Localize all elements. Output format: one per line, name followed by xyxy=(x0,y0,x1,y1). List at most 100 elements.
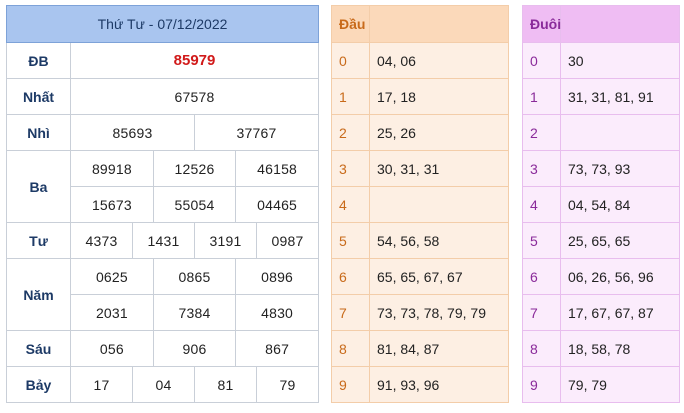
dau-header-row: Đầu xyxy=(331,5,509,43)
dau-header: Đầu xyxy=(331,5,370,43)
duoi-values: 17, 67, 67, 87 xyxy=(560,294,680,331)
prize-number: 7384 xyxy=(153,295,237,330)
duoi-values: 25, 65, 65 xyxy=(560,222,680,259)
prize-number: 85693 xyxy=(70,114,195,151)
dau-values xyxy=(369,186,509,223)
prize-number: 4373 xyxy=(70,222,133,259)
dau-key: 6 xyxy=(331,258,370,295)
prize-number: 867 xyxy=(265,340,290,357)
dau-row: 6 65, 65, 67, 67 xyxy=(331,258,509,295)
prize-number: 04465 xyxy=(257,196,298,213)
prize-number: 81 xyxy=(194,366,257,403)
dau-key: 8 xyxy=(331,330,370,367)
prize-number: 0625 xyxy=(71,259,154,294)
prize-label: Nhất xyxy=(6,78,71,115)
duoi-values: 18, 58, 78 xyxy=(560,330,680,367)
prize-label: Sáu xyxy=(6,330,71,367)
prize-number: 2031 xyxy=(71,295,154,330)
dau-key: 4 xyxy=(331,186,370,223)
prize-row-sau: Sáu 056 906 867 xyxy=(6,330,319,367)
duoi-values: 31, 31, 81, 91 xyxy=(560,78,680,115)
duoi-header: Đuôi xyxy=(522,5,561,43)
dau-values: 25, 26 xyxy=(369,114,509,151)
prize-number: 056 xyxy=(71,331,154,366)
duoi-row: 1 31, 31, 81, 91 xyxy=(522,78,680,115)
duoi-key: 5 xyxy=(522,222,561,259)
prize-row-ba: Ba 89918 12526 46158 xyxy=(6,150,319,223)
prize-row-tu: Tư 4373 1431 3191 0987 xyxy=(6,222,319,259)
prize-row-db: ĐB 85979 xyxy=(6,42,319,79)
prize-number: 17 xyxy=(70,366,133,403)
dau-row: 4 xyxy=(331,186,509,223)
dau-values: 04, 06 xyxy=(369,42,509,79)
prize-number: 55054 xyxy=(153,187,237,222)
duoi-row: 0 30 xyxy=(522,42,680,79)
dau-values: 81, 84, 87 xyxy=(369,330,509,367)
dau-key: 9 xyxy=(331,366,370,403)
dau-table: Đầu 0 04, 06 1 17, 18 2 25, 26 3 30, 31, 31 … xyxy=(331,5,509,403)
duoi-row: 8 18, 58, 78 xyxy=(522,330,680,367)
prize-number: 12526 xyxy=(153,151,237,186)
prize-row-nam: Năm 0625 0865 0896 xyxy=(6,258,319,331)
dau-row: 9 91, 93, 96 xyxy=(331,366,509,403)
dau-key: 2 xyxy=(331,114,370,151)
dau-values: 30, 31, 31 xyxy=(369,150,509,187)
prize-number: 0987 xyxy=(256,222,319,259)
dau-row: 5 54, 56, 58 xyxy=(331,222,509,259)
prize-label: Nhì xyxy=(6,114,71,151)
prize-number: 0865 xyxy=(153,259,237,294)
dau-values: 65, 65, 67, 67 xyxy=(369,258,509,295)
prize-row-nhi: Nhì 85693 37767 xyxy=(6,114,319,151)
duoi-values: 06, 26, 56, 96 xyxy=(560,258,680,295)
duoi-table: Đuôi 0 30 1 31, 31, 81, 91 2 3 73, 73, 93 4… xyxy=(522,5,680,403)
prize-row-nhat: Nhất 67578 xyxy=(6,78,319,115)
duoi-row: 5 25, 65, 65 xyxy=(522,222,680,259)
prize-number: 04 xyxy=(132,366,195,403)
dau-row: 2 25, 26 xyxy=(331,114,509,151)
dau-key: 5 xyxy=(331,222,370,259)
prize-number: 3191 xyxy=(194,222,257,259)
dau-key: 0 xyxy=(331,42,370,79)
duoi-values: 79, 79 xyxy=(560,366,680,403)
prize-number: 37767 xyxy=(194,114,319,151)
prize-label: ĐB xyxy=(6,42,71,79)
prize-number: 46158 xyxy=(257,160,298,177)
duoi-header-row: Đuôi xyxy=(522,5,680,43)
dau-row: 8 81, 84, 87 xyxy=(331,330,509,367)
duoi-row: 2 xyxy=(522,114,680,151)
duoi-values: 04, 54, 84 xyxy=(560,186,680,223)
prize-number: 89918 xyxy=(71,151,154,186)
dau-values: 91, 93, 96 xyxy=(369,366,509,403)
prize-label: Tư xyxy=(6,222,71,259)
results-header-row: Thứ Tư - 07/12/2022 xyxy=(6,5,319,43)
dau-row: 7 73, 73, 78, 79, 79 xyxy=(331,294,509,331)
duoi-row: 6 06, 26, 56, 96 xyxy=(522,258,680,295)
prize-number: 67578 xyxy=(70,78,319,115)
prize-number: 906 xyxy=(153,331,237,366)
special-prize-number: 85979 xyxy=(70,42,319,79)
duoi-key: 4 xyxy=(522,186,561,223)
duoi-key: 2 xyxy=(522,114,561,151)
dau-row: 3 30, 31, 31 xyxy=(331,150,509,187)
duoi-row: 4 04, 54, 84 xyxy=(522,186,680,223)
duoi-values: 73, 73, 93 xyxy=(560,150,680,187)
dau-row: 1 17, 18 xyxy=(331,78,509,115)
duoi-row: 9 79, 79 xyxy=(522,366,680,403)
dau-values: 17, 18 xyxy=(369,78,509,115)
dau-key: 3 xyxy=(331,150,370,187)
prize-label: Năm xyxy=(6,258,71,331)
prize-number: 79 xyxy=(256,366,319,403)
prize-number: 1431 xyxy=(132,222,195,259)
dau-values: 54, 56, 58 xyxy=(369,222,509,259)
prize-number: 4830 xyxy=(261,304,294,321)
prize-number: 15673 xyxy=(71,187,154,222)
dau-values: 73, 73, 78, 79, 79 xyxy=(369,294,509,331)
duoi-key: 7 xyxy=(522,294,561,331)
dau-key: 7 xyxy=(331,294,370,331)
prize-label: Bảy xyxy=(6,366,71,403)
duoi-key: 1 xyxy=(522,78,561,115)
results-date-title: Thứ Tư - 07/12/2022 xyxy=(6,5,319,43)
duoi-key: 6 xyxy=(522,258,561,295)
duoi-key: 8 xyxy=(522,330,561,367)
duoi-row: 3 73, 73, 93 xyxy=(522,150,680,187)
